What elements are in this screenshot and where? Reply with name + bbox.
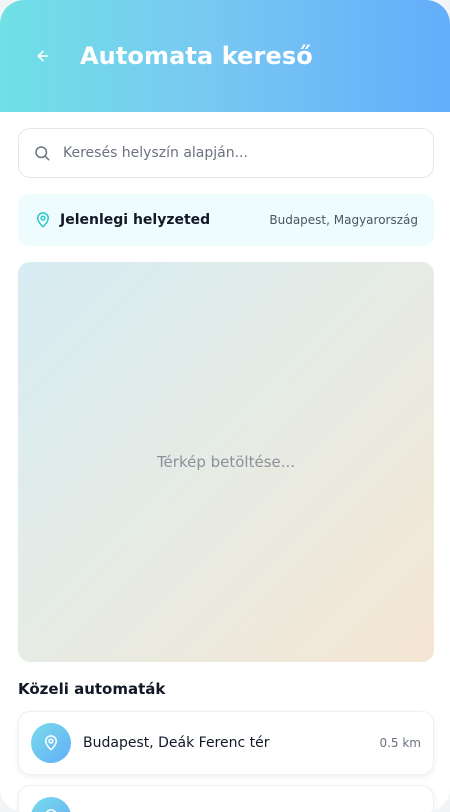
map-pin-icon bbox=[45, 809, 57, 812]
arrow-left-icon bbox=[37, 50, 49, 62]
search-bar[interactable] bbox=[18, 128, 434, 178]
list-item-name: Budapest, Deák Ferenc tér bbox=[83, 735, 270, 751]
current-location-bar[interactable]: Jelenlegi helyzeted Budapest, Magyarorsz… bbox=[18, 194, 434, 246]
map-pin-icon bbox=[37, 212, 49, 228]
list-item[interactable]: Budapest, Deák Ferenc tér 0.5 km bbox=[18, 711, 434, 775]
current-location-city: Budapest, Magyarország bbox=[269, 213, 418, 227]
page-title: Automata kereső bbox=[80, 42, 313, 70]
pin-badge bbox=[31, 723, 71, 763]
map-area[interactable]: Térkép betöltése... bbox=[18, 262, 434, 662]
map-loading-text: Térkép betöltése... bbox=[156, 453, 296, 471]
nearby-section-title: Közeli automaták bbox=[18, 680, 166, 698]
search-icon bbox=[35, 146, 50, 161]
current-location-label: Jelenlegi helyzeted bbox=[60, 212, 211, 228]
pin-badge bbox=[31, 797, 71, 812]
back-button[interactable] bbox=[22, 35, 64, 77]
list-item-distance: 0.5 km bbox=[379, 736, 421, 750]
header: Automata kereső bbox=[0, 0, 450, 112]
automata-finder-screen: Automata kereső Jelenlegi helyzeted Buda… bbox=[0, 0, 450, 812]
list-item[interactable] bbox=[18, 785, 434, 812]
map-pin-icon bbox=[45, 735, 57, 751]
search-input[interactable] bbox=[61, 144, 419, 162]
